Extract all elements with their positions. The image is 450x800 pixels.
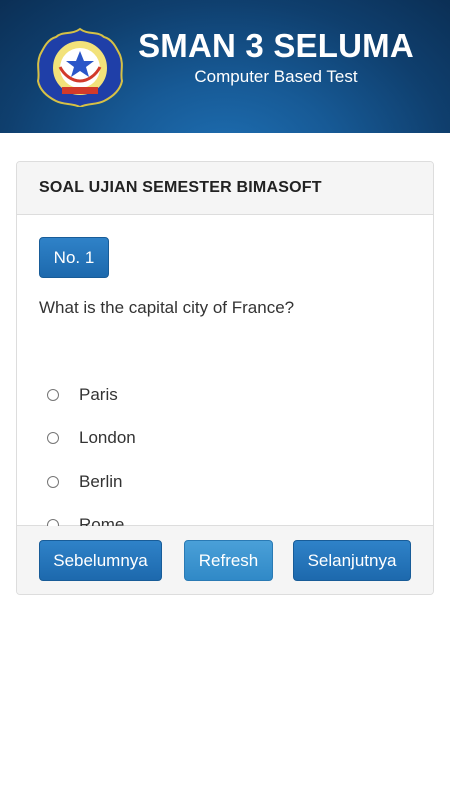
school-name: SMAN 3 SELUMA	[138, 27, 414, 64]
app-subtitle: Computer Based Test	[194, 67, 358, 86]
option-label: Paris	[79, 385, 118, 404]
panel-title: SOAL UJIAN SEMESTER BIMASOFT	[17, 162, 433, 215]
radio-button[interactable]	[47, 389, 59, 401]
exam-panel: SOAL UJIAN SEMESTER BIMASOFT No. 1 What …	[16, 161, 434, 595]
panel-footer: Sebelumnya Refresh Selanjutnya	[17, 526, 433, 594]
radio-button[interactable]	[47, 476, 59, 488]
question-text: What is the capital city of France?	[39, 298, 295, 317]
radio-button[interactable]	[47, 432, 59, 444]
option-paris[interactable]: Paris	[47, 383, 118, 407]
app-header: SMAN 3 SELUMA Computer Based Test	[0, 0, 450, 133]
question-body: No. 1 What is the capital city of France…	[17, 215, 433, 534]
option-label: Berlin	[79, 472, 123, 491]
previous-button[interactable]: Sebelumnya	[39, 540, 162, 581]
question-number-button[interactable]: No. 1	[39, 237, 109, 278]
school-emblem-icon	[36, 27, 124, 107]
refresh-button[interactable]: Refresh	[184, 540, 273, 581]
option-label: London	[79, 428, 136, 447]
next-button[interactable]: Selanjutnya	[293, 540, 411, 581]
option-berlin[interactable]: Berlin	[47, 470, 122, 494]
option-london[interactable]: London	[47, 426, 136, 450]
